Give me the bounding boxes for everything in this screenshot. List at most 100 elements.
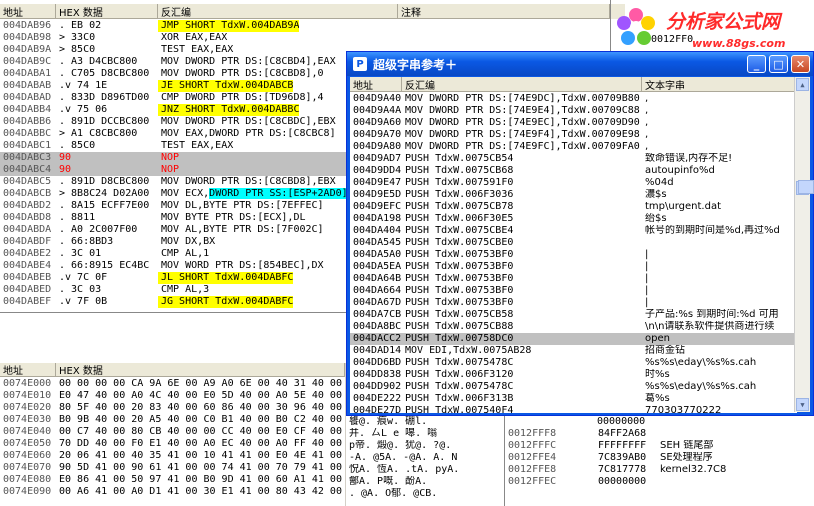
string-row[interactable]: 004DACC2 PUSH TdxW.00758DC0 open — [350, 333, 797, 345]
string-row[interactable]: 004D9DD4 PUSH TdxW.0075CB68 autoupinfo%d — [350, 165, 797, 177]
scroll-down-button[interactable]: ▼ — [796, 398, 809, 411]
dump-row[interactable]: 0074E020 80 5F 40 00 20 83 40 00 60 86 40… — [0, 402, 345, 414]
string-text: 致命错误,内存不足! — [645, 153, 733, 164]
pane-splitter[interactable] — [0, 312, 346, 363]
string-row[interactable]: 004DA5EA PUSH TdxW.00753BF0 | — [350, 261, 797, 273]
disasm-header-comment[interactable]: 注释 — [398, 4, 610, 18]
string-address: 004D9DD4 — [353, 165, 402, 176]
dump-address: 0074E070 — [3, 462, 52, 473]
dialog-header-txt[interactable]: 文本字串 — [642, 77, 797, 91]
string-instruction: PUSH TdxW.006F3120 — [405, 369, 514, 380]
string-row[interactable]: 004DA664 PUSH TdxW.00753BF0 | — [350, 285, 797, 297]
dump-row[interactable]: 0074E080 E0 86 41 00 50 97 41 00 B0 9D 41… — [0, 474, 345, 486]
string-row[interactable]: 004DA67D PUSH TdxW.00753BF0 | — [350, 297, 797, 309]
string-row[interactable]: 004DA7CB PUSH TdxW.0075CB58 子产品:%s 到期时间:%d… — [350, 309, 797, 321]
string-row[interactable]: 004DD838 PUSH TdxW.006F3120 时%s — [350, 369, 797, 381]
dump-listing[interactable]: 0074E000 00 00 00 00 CA 9A 6E 00 A9 A0 6E… — [0, 378, 345, 506]
string-row[interactable]: 004DE222 PUSH TdxW.006F313B 葛%s — [350, 393, 797, 405]
disasm-row[interactable]: 004DAB98 > 33C0 XOR EAX,EAX — [0, 32, 610, 44]
disasm-row[interactable]: 004DAB96 . EB 02 JMP SHORT TdxW.004DAB9A — [0, 20, 610, 32]
dump-row[interactable]: 0074E010 E0 47 40 00 A0 4C 40 00 E0 5D 40… — [0, 390, 345, 402]
dialog-header-dis[interactable]: 反汇编 — [402, 77, 642, 91]
ascii-listing[interactable]: 饔@. 痕w. 硼l. 并. ㄙL e 嗥. 嗡 p帝. 煅@. 犹@. ?@. -A… — [346, 416, 504, 500]
string-row[interactable]: 004DD902 PUSH TdxW.0075478C %s%s\eday\%s%s… — [350, 381, 797, 393]
dump-row[interactable]: 0074E060 20 06 41 00 40 35 41 00 10 41 41… — [0, 450, 345, 462]
string-row[interactable]: 004D9E47 PUSH TdxW.007591F0 %04d — [350, 177, 797, 189]
stack-row[interactable]: 0012FFFC FFFFFFFF SEH 链尾部 — [505, 440, 805, 452]
dialog-header-addr[interactable]: 地址 — [350, 77, 402, 91]
string-row[interactable]: 004DA404 PUSH TdxW.0075CBE4 帐号的到期时间是%d,再过%… — [350, 225, 797, 237]
dump-address: 0074E060 — [3, 450, 52, 461]
dump-row[interactable]: 0074E000 00 00 00 00 CA 9A 6E 00 A9 A0 6E… — [0, 378, 345, 390]
ascii-row[interactable]: p帝. 煅@. 犹@. ?@. — [346, 440, 504, 452]
stack-row[interactable]: 0012FFEC 00000000 — [505, 476, 805, 488]
dump-header-hex[interactable]: HEX 数据 — [56, 362, 345, 376]
string-row[interactable]: 004DAD14 MOV EDI,TdxW.0075AB28 招商金钻 — [350, 345, 797, 357]
string-row[interactable]: 004D9AD7 PUSH TdxW.0075CB54 致命错误,内存不足! — [350, 153, 797, 165]
main-scrollbar[interactable] — [798, 180, 814, 194]
string-row[interactable]: 004D9A4A MOV DWORD PTR DS:[74E9E4],TdxW.0… — [350, 105, 797, 117]
string-row[interactable]: 004DA8BC PUSH TdxW.0075CB88 \n\n请联系软件提供商进行… — [350, 321, 797, 333]
disasm-hex: . 66:8915 EC4BC — [59, 260, 150, 271]
disasm-hex: . 66:8BD3 — [59, 236, 114, 247]
disasm-instruction: JG SHORT TdxW.004DABFC — [158, 296, 294, 308]
ascii-row[interactable]: -A. @5A. -@A. A. N — [346, 452, 504, 464]
string-text: 葛%s — [645, 393, 670, 404]
string-row[interactable]: 004DE27D PUSH TdxW.007540F4 770303770222 — [350, 405, 797, 413]
string-text: 帐号的到期时间是%d,再过%d — [645, 225, 780, 236]
stack-listing[interactable]: 0012FFF8 84FF2A68 0012FFFC FFFFFFFF SEH 链尾部 0… — [505, 428, 805, 488]
string-row[interactable]: 004D9E5D PUSH TdxW.006F3036 濃$s — [350, 189, 797, 201]
disasm-header-hex[interactable]: HEX 数据 — [56, 4, 158, 18]
ascii-row[interactable]: 饔@. 痕w. 硼l. — [346, 416, 504, 428]
string-text: 770303770222 — [645, 405, 722, 413]
string-row[interactable]: 004DD6BD PUSH TdxW.0075478C %s%s\eday\%s%s… — [350, 357, 797, 369]
string-row[interactable]: 004DA545 PUSH TdxW.0075CBE0 — [350, 237, 797, 249]
dump-header-addr[interactable]: 地址 — [0, 362, 56, 376]
string-row[interactable]: 004D9A60 MOV DWORD PTR DS:[74E9EC],TdxW.0… — [350, 117, 797, 129]
scroll-up-button[interactable]: ▲ — [796, 78, 809, 91]
string-list[interactable]: 004D9A40 MOV DWORD PTR DS:[74E9DC],TdxW.0… — [350, 93, 797, 413]
string-address: 004DACC2 — [353, 333, 402, 344]
ascii-row[interactable]: . @A. O郁. @CB. — [346, 488, 504, 500]
ascii-row[interactable]: 怳A. 恆A. .tA. pyA. — [346, 464, 504, 476]
string-text: 子产品:%s 到期时间:%d 可用 — [645, 309, 779, 320]
string-row[interactable]: 004DA5A0 PUSH TdxW.00753BF0 | — [350, 249, 797, 261]
dialog-scrollbar[interactable]: ▲ ▼ — [794, 77, 810, 412]
string-row[interactable]: 004D9EFC PUSH TdxW.0075CB78 tmp\urgent.dat — [350, 201, 797, 213]
string-row[interactable]: 004D9A40 MOV DWORD PTR DS:[74E9DC],TdxW.0… — [350, 93, 797, 105]
string-text: , — [645, 141, 649, 152]
ascii-row[interactable]: 鄶A. P嘅. 酚A. — [346, 476, 504, 488]
dump-address: 0074E010 — [3, 390, 52, 401]
ascii-row[interactable]: 并. ㄙL e 嗥. 嗡 — [346, 428, 504, 440]
disasm-instruction: XOR EAX,EAX — [161, 32, 228, 43]
string-row[interactable]: 004D9A80 MOV DWORD PTR DS:[74E9FC],TdxW.0… — [350, 141, 797, 153]
dump-row[interactable]: 0074E070 90 5D 41 00 90 61 41 00 00 74 41… — [0, 462, 345, 474]
stack-row[interactable]: 0012FFF8 84FF2A68 — [505, 428, 805, 440]
close-button[interactable]: ✕ — [791, 55, 810, 73]
dump-row[interactable]: 0074E030 B0 9B 40 00 20 A5 40 00 C0 B1 40… — [0, 414, 345, 426]
string-row[interactable]: 004DA198 PUSH TdxW.006F30E5 绐$s — [350, 213, 797, 225]
disasm-hex: 90 — [59, 152, 72, 163]
string-row[interactable]: 004DA64B PUSH TdxW.00753BF0 | — [350, 273, 797, 285]
dump-hex: 00 A6 41 00 A0 D1 41 00 30 E1 41 00 80 4… — [59, 486, 342, 497]
stack-row[interactable]: 0012FFE4 7C839AB0 SE处理程序 — [505, 452, 805, 464]
maximize-button[interactable]: □ — [769, 55, 788, 73]
dialog-body: 地址 反汇编 文本字串 004D9A40 MOV DWORD PTR DS:[74… — [350, 77, 810, 413]
string-text: autoupinfo%d — [645, 165, 715, 176]
disasm-address: 004DABAB — [3, 80, 52, 91]
stack-row[interactable]: 0012FFE8 7C817778 kernel32.7C8 — [505, 464, 805, 476]
disasm-header-addr[interactable]: 地址 — [0, 4, 56, 18]
string-instruction: MOV EDI,TdxW.0075AB28 — [405, 345, 532, 356]
string-instruction: MOV DWORD PTR DS:[74E9F4],TdxW.00709E98 — [405, 129, 640, 140]
string-instruction: PUSH TdxW.0075CB78 — [405, 201, 514, 212]
dialog-titlebar[interactable]: P 超级字串参考＋ _ □ ✕ — [347, 52, 813, 76]
string-instruction: PUSH TdxW.007540F4 — [405, 405, 514, 413]
string-row[interactable]: 004D9A70 MOV DWORD PTR DS:[74E9F4],TdxW.0… — [350, 129, 797, 141]
minimize-button[interactable]: _ — [747, 55, 766, 73]
dump-row[interactable]: 0074E090 00 A6 41 00 A0 D1 41 00 30 E1 41… — [0, 486, 345, 498]
disasm-hex: . 8A15 ECFF7E00 — [59, 200, 150, 211]
disasm-header-dis[interactable]: 反汇编 — [158, 4, 398, 18]
stack-comment — [657, 428, 797, 440]
dump-row[interactable]: 0074E040 00 C7 40 00 80 CB 40 00 00 CC 40… — [0, 426, 345, 438]
dump-row[interactable]: 0074E050 70 DD 40 00 F0 E1 40 00 A0 EC 40… — [0, 438, 345, 450]
